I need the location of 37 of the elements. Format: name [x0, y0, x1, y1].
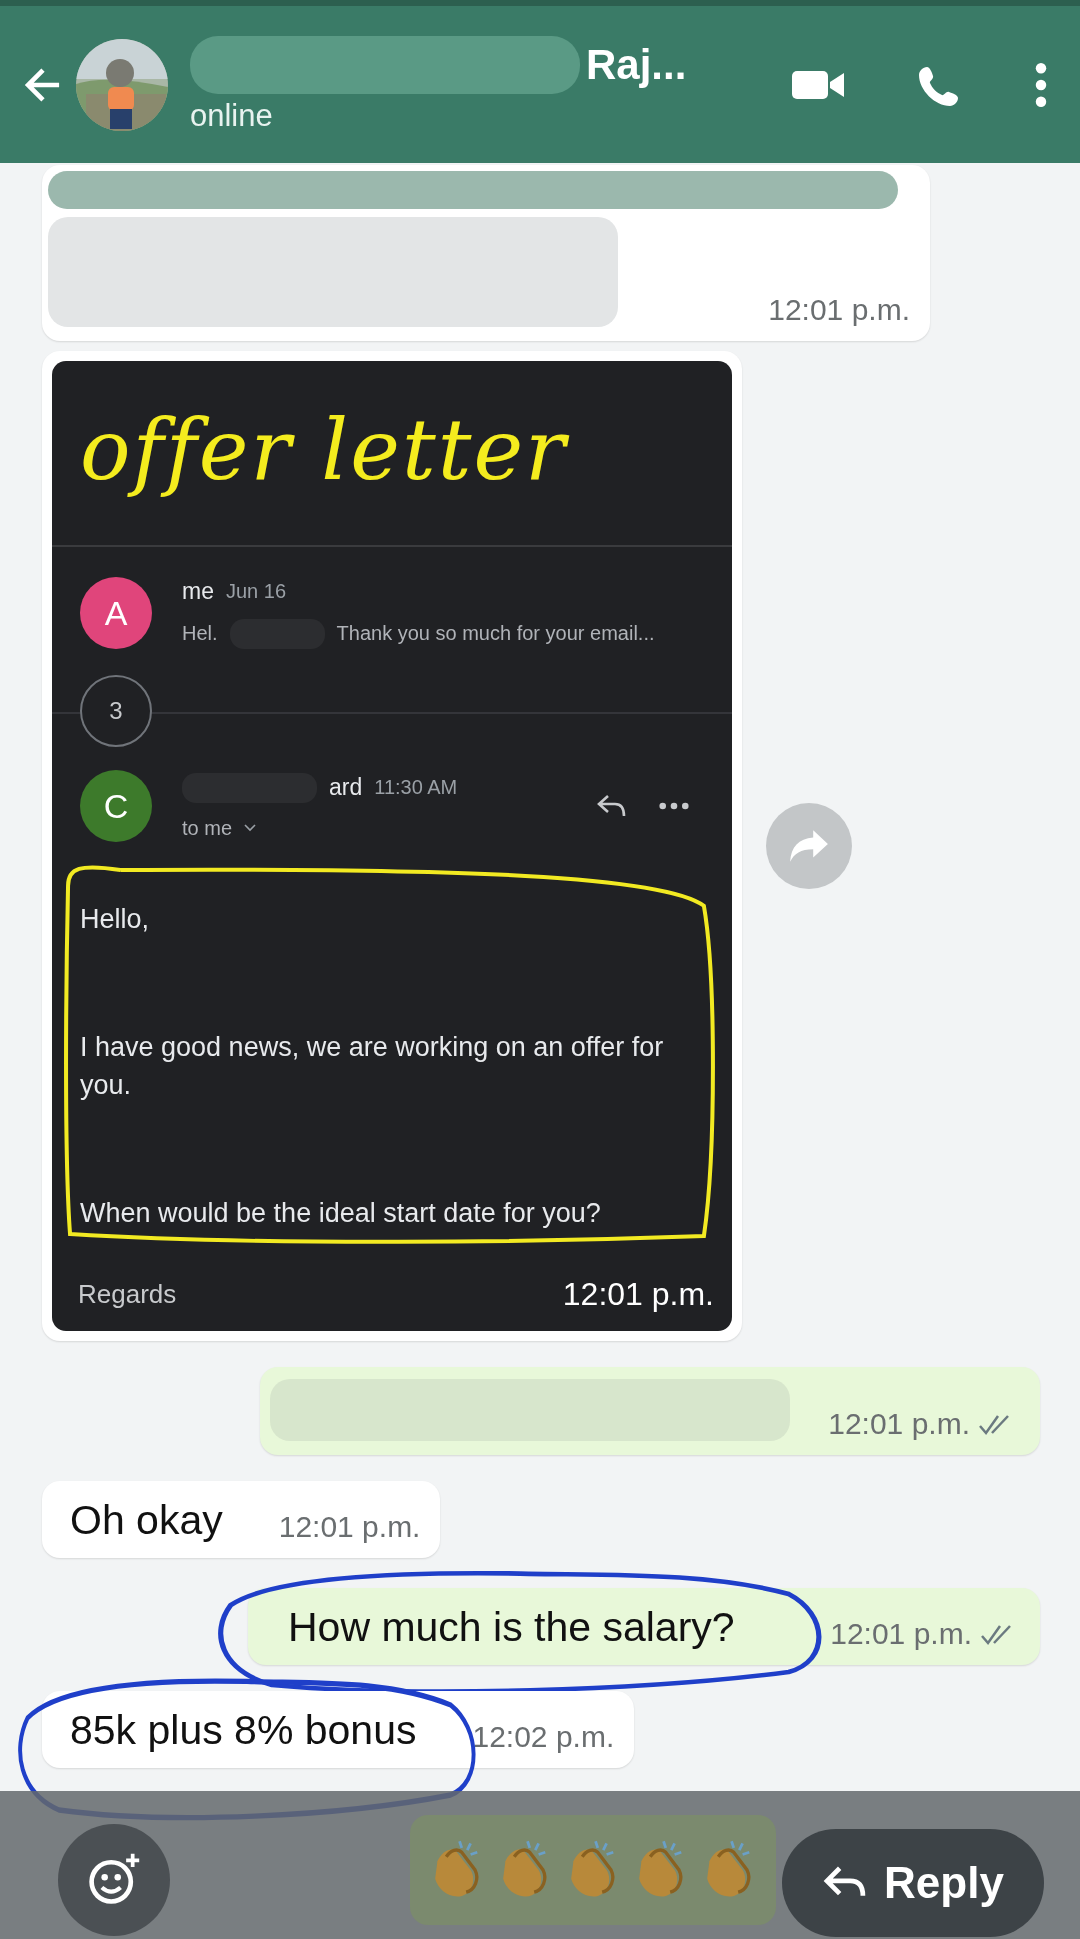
sender-avatar: A [80, 577, 152, 649]
email-date: Jun 16 [225, 579, 286, 603]
sender-name: me [182, 577, 214, 605]
message-time: 12:01 p.m. [562, 1276, 714, 1313]
recipient-label[interactable]: to me [182, 816, 233, 840]
email-body-text: Hello, [80, 903, 151, 936]
more-icon[interactable] [658, 801, 690, 811]
message-time: 12:01 p.m. [828, 1407, 970, 1441]
email-signoff: Regards [78, 1279, 177, 1310]
handwritten-note: offer letter [52, 361, 732, 547]
message-time: 12:01 p.m. [830, 1617, 972, 1651]
message-text: 85k plus 8% bonus [70, 1707, 417, 1754]
email-snippet: Thank you so much for your email... [336, 622, 655, 645]
email-body-text: When would be the ideal start date for you? [80, 1197, 602, 1230]
sender-name: ard [329, 774, 363, 801]
message-text: Oh okay [70, 1497, 223, 1544]
message-bubble[interactable]: Oh okay 12:01 p.m. [42, 1481, 441, 1558]
collapsed-count[interactable]: 3 [80, 675, 152, 747]
email-body-text: I have good news, we are working on an offer for you. [80, 1031, 665, 1102]
message-time: 12:02 p.m. [472, 1720, 615, 1754]
email-time: 11:30 AM [374, 776, 458, 799]
forward-icon [788, 828, 830, 864]
message-bubble[interactable]: 85k plus 8% bonus 12:02 p.m. [42, 1691, 635, 1768]
message-text: How much is the salary? [287, 1604, 735, 1651]
message-bubble[interactable]: 12:01 p.m. [42, 165, 930, 341]
message-time: 12:01 p.m. [278, 1510, 421, 1544]
message-time: 12:01 p.m. [768, 293, 910, 327]
reply-button[interactable]: Reply [782, 1829, 1044, 1937]
message-bubble[interactable]: 12:01 p.m. [260, 1367, 1040, 1455]
contact-status: online [190, 97, 274, 134]
contact-name[interactable]: Raj... [586, 40, 687, 89]
sender-avatar: C [80, 770, 152, 842]
message-bubble[interactable]: How much is the salary? 12:01 p.m. [248, 1588, 1040, 1665]
reply-icon[interactable] [596, 793, 628, 819]
chevron-down-icon[interactable] [244, 824, 257, 832]
menu-icon[interactable] [1034, 61, 1048, 108]
email-snippet: Hel. [182, 622, 218, 645]
